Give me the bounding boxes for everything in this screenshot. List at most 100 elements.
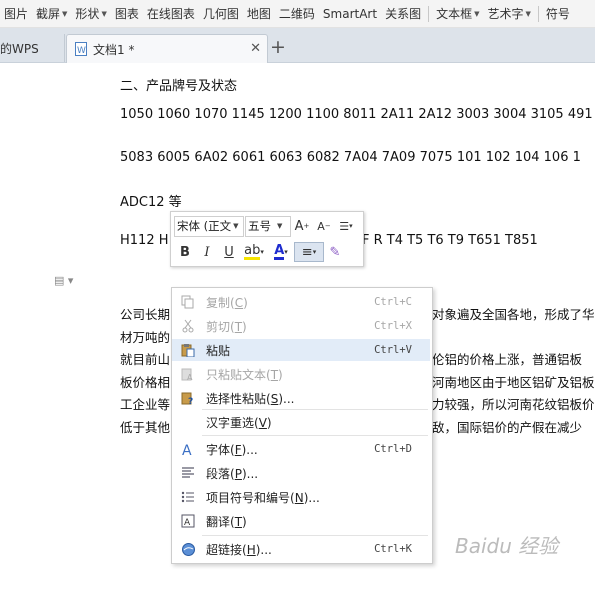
menu-item-accelerator: T [234, 514, 243, 529]
paragraph-line-right: 敌，国际铝价的产假在减少 [432, 419, 583, 435]
menu-item[interactable]: 粘贴 Ctrl+V [172, 339, 430, 361]
ribbon-item[interactable]: 截屏 ▼ [32, 5, 71, 22]
ribbon-item[interactable]: 在线图表 [143, 5, 199, 22]
menu-item-accelerator: S [270, 391, 279, 406]
bold-icon[interactable]: B [174, 242, 196, 262]
tab-wps-home[interactable]: 的WPS [0, 34, 65, 62]
paragraph-layout-icon[interactable]: ▤ ▾ [54, 274, 73, 287]
paste-special-icon: ? [180, 390, 196, 406]
highlight-icon[interactable]: ab ▾ [240, 242, 268, 262]
new-tab-button[interactable]: + [270, 36, 286, 58]
menu-item-text: 只粘贴文本 [206, 367, 267, 382]
menu-item-text: 汉字重选 [206, 415, 255, 430]
ribbon-item[interactable]: 二维码 [275, 5, 319, 22]
doc-line-status-right: F R T4 T5 T6 T9 T651 T851 [362, 233, 538, 248]
ribbon-item[interactable]: 符号 [542, 5, 574, 22]
bullets-icon [180, 489, 196, 505]
ribbon-item[interactable]: 几何图 [199, 5, 243, 22]
ribbon-item[interactable]: 艺术字 ▼ [483, 5, 534, 22]
menu-item[interactable]: 汉字重选(V) [172, 411, 430, 433]
menu-item-accelerator: F [234, 442, 242, 457]
document-tab-bar: 的WPS W 文档1 * ✕ + [0, 28, 595, 63]
scissors-icon [180, 318, 196, 334]
format-painter-icon[interactable]: ✎ [324, 242, 346, 262]
menu-item-label: 剪切(T) [206, 319, 247, 334]
menu-item-text: 字体 [206, 442, 231, 457]
menu-item-accelerator: P [234, 466, 242, 481]
ribbon-item[interactable]: 关系图 [381, 5, 425, 22]
menu-item[interactable]: A 翻译(T) [172, 510, 430, 532]
ribbon-item[interactable]: 图表 [111, 5, 143, 22]
grow-font-icon[interactable]: A + [291, 216, 313, 236]
font-size-dropdown[interactable]: 五号 ▼ [245, 215, 291, 237]
menu-item-accelerator: T [234, 319, 243, 334]
paragraph-line-right: 伦铝的价格上涨，普通铝板 [432, 352, 583, 367]
ribbon-item-label: 二维码 [278, 7, 315, 21]
close-tab-icon[interactable]: ✕ [250, 41, 261, 56]
font-size-value: 五号 [248, 219, 271, 233]
underline-icon[interactable]: U [218, 242, 240, 262]
ribbon-item-label: 在线图表 [146, 7, 195, 21]
doc-heading: 二、产品牌号及状态 [120, 79, 238, 94]
svg-text:A: A [187, 373, 193, 381]
line-spacing-icon[interactable]: ☰ ▾ [335, 216, 357, 236]
doc-line-status-left: H112 H [120, 233, 169, 248]
menu-item-accelerator: H [246, 542, 256, 557]
menu-item[interactable]: ? 选择性粘贴(S)... [172, 387, 430, 409]
paragraph-line: 工企业等 [120, 397, 171, 412]
tab-document1-label: 文档1 * [93, 42, 135, 57]
menu-item-label: 翻译(T) [206, 514, 247, 529]
ribbon-item[interactable]: 形状 ▼ [71, 5, 110, 22]
chevron-down-icon: ▼ [525, 9, 531, 18]
tab-document1[interactable]: W 文档1 * ✕ [66, 34, 268, 63]
menu-item-ellipsis: ... [308, 490, 320, 505]
menu-item-label: 粘贴 [206, 342, 230, 359]
document-icon: W [75, 42, 87, 56]
ribbon-item-label: 地图 [246, 7, 271, 21]
menu-item-ellipsis: ... [260, 542, 272, 557]
menu-item[interactable]: A 字体(F)... Ctrl+D [172, 438, 430, 460]
menu-item[interactable]: 超链接(H)... Ctrl+K [172, 538, 430, 560]
menu-item[interactable]: 项目符号和编号(N)... [172, 486, 430, 508]
menu-item-label: 只粘贴文本(T) [206, 367, 283, 382]
ribbon-item[interactable]: 文本框 ▼ [432, 5, 483, 22]
ribbon-item[interactable]: SmartArt [319, 7, 381, 21]
menu-item[interactable]: 段落(P)... [172, 462, 430, 484]
menu-item[interactable]: 复制(C) Ctrl+C [172, 291, 430, 313]
menu-item-accelerator: C [234, 295, 244, 310]
font-family-dropdown[interactable]: 宋体 (正文 ▼ [174, 215, 244, 237]
font-color-icon[interactable]: A ▾ [268, 242, 294, 262]
paragraph-line: 板价格相 [120, 374, 171, 390]
paragraph-line: 就目前山 [120, 352, 171, 367]
insert-ribbon: 图片 截屏 ▼ 形状 ▼ 图表 在线图表 几何图 地图 二维码 SmartArt 关系图 文本框 ▼ 艺术字… [0, 0, 595, 28]
context-menu: 复制(C) Ctrl+C 剪切(T) Ctrl+X 粘贴 Ctrl+V A 只粘贴文本(T)?… [171, 287, 433, 564]
italic-icon[interactable]: I [196, 242, 218, 262]
menu-item[interactable]: A 只粘贴文本(T) [172, 363, 430, 385]
ribbon-item[interactable]: 图片 [0, 5, 32, 22]
ribbon-item-label: 文本框 [436, 7, 473, 21]
menu-item-text: 项目符号和编号 [206, 490, 291, 505]
doc-line-adc12: ADC12 等 [120, 195, 182, 210]
ribbon-item[interactable]: 地图 [243, 5, 275, 22]
paste-text-icon: A [180, 366, 196, 382]
menu-item[interactable]: 剪切(T) Ctrl+X [172, 315, 430, 337]
menu-item-text: 剪切 [206, 319, 231, 334]
tab-wps-label: 的WPS [0, 41, 39, 56]
menu-item-accelerator: T [270, 367, 279, 382]
menu-separator [202, 409, 428, 410]
translate-icon: A [180, 513, 196, 529]
ribbon-item-label: 图表 [114, 7, 139, 21]
paragraph-line-right: 河南地区由于地区铝矿及铝板 [432, 374, 595, 390]
shrink-font-icon[interactable]: A − [313, 216, 335, 236]
menu-item-label: 字体(F)... [206, 442, 258, 457]
menu-item-text: 超链接 [206, 542, 243, 557]
align-icon[interactable]: ≡ ▾ [294, 242, 324, 262]
menu-item-label: 复制(C) [206, 295, 248, 310]
svg-text:W: W [77, 46, 86, 56]
menu-item-shortcut: Ctrl+D [374, 443, 412, 455]
paragraph-icon [180, 465, 196, 481]
doc-line-grades-2: 5083 6005 6A02 6061 6063 6082 7A04 7A09 … [120, 150, 581, 165]
menu-item-accelerator: N [294, 490, 304, 505]
paragraph-line: 材万吨的 [120, 329, 171, 345]
copy-icon [180, 294, 196, 310]
